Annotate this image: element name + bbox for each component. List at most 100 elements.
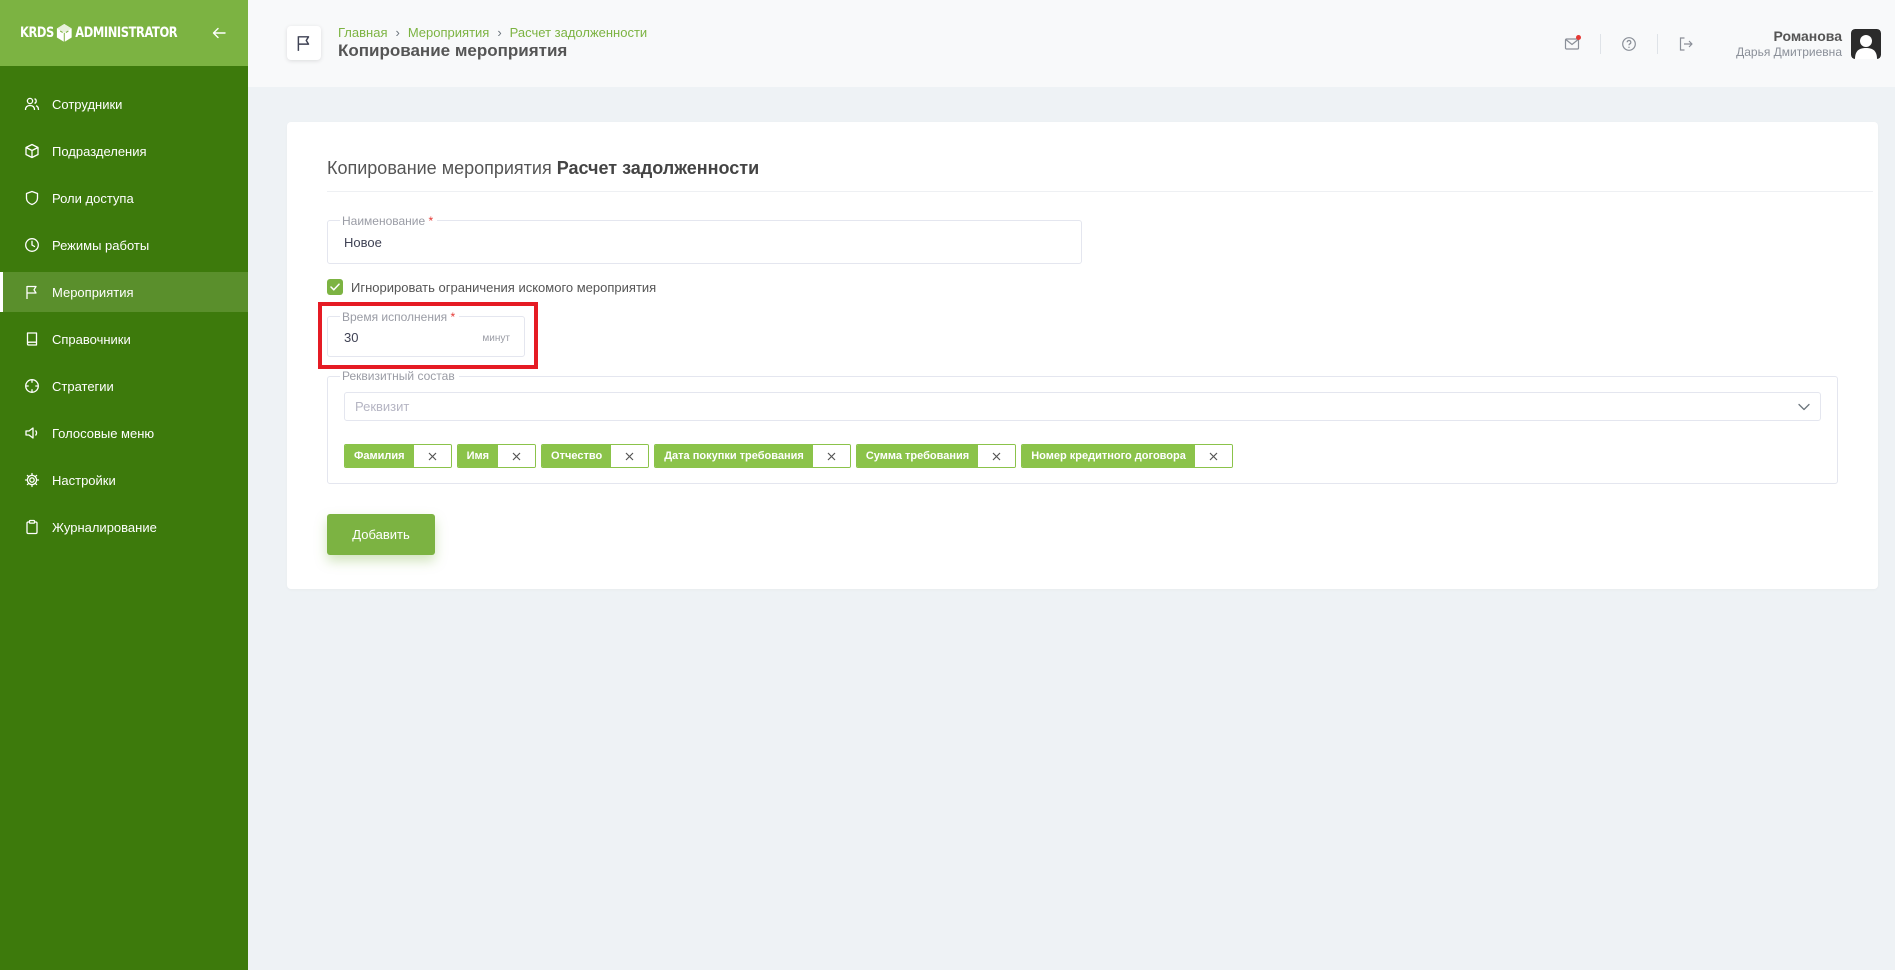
collapse-sidebar-button[interactable] bbox=[212, 23, 226, 43]
requisite-tag: Дата покупки требования bbox=[654, 444, 851, 468]
add-button[interactable]: Добавить bbox=[327, 514, 435, 555]
sidebar-header: KRDS ADMINISTRATOR bbox=[0, 0, 248, 66]
sidebar-item-events[interactable]: Мероприятия bbox=[0, 272, 248, 312]
form-card: Копирование мероприятия Расчет задолженн… bbox=[287, 122, 1878, 589]
breadcrumb-events[interactable]: Мероприятия bbox=[408, 25, 490, 40]
gear-icon bbox=[24, 472, 40, 488]
page-flag-icon bbox=[287, 26, 321, 60]
speaker-icon bbox=[24, 425, 40, 441]
breadcrumb: Главная › Мероприятия › Расчет задолженн… bbox=[338, 25, 647, 40]
breadcrumb-home[interactable]: Главная bbox=[338, 25, 387, 40]
name-field-label: Наименование * bbox=[340, 214, 438, 228]
mail-icon[interactable] bbox=[1562, 34, 1582, 54]
sidebar-item-label: Стратегии bbox=[52, 378, 114, 394]
card-title-prefix: Копирование мероприятия bbox=[327, 158, 552, 178]
book-icon bbox=[24, 331, 40, 347]
ignore-restrictions-label: Игнорировать ограничения искомого меропр… bbox=[351, 279, 657, 295]
tag-label: Имя bbox=[457, 445, 499, 467]
sidebar-item-label: Сотрудники bbox=[52, 96, 123, 112]
sidebar-item-directories[interactable]: Справочники bbox=[0, 319, 248, 359]
users-icon bbox=[24, 96, 40, 112]
requisite-select-placeholder: Реквизит bbox=[355, 399, 410, 414]
avatar[interactable] bbox=[1851, 28, 1881, 59]
close-icon bbox=[512, 452, 521, 460]
sidebar-item-label: Голосовые меню bbox=[52, 425, 155, 441]
divider bbox=[1657, 33, 1659, 54]
close-icon bbox=[428, 452, 437, 460]
close-icon bbox=[992, 452, 1001, 460]
arrow-left-icon bbox=[212, 27, 226, 39]
sidebar-item-employees[interactable]: Сотрудники bbox=[0, 84, 248, 124]
sidebar-item-label: Справочники bbox=[52, 331, 131, 347]
page-title: Копирование мероприятия bbox=[338, 41, 568, 60]
chevron-right-icon: › bbox=[497, 25, 502, 40]
name-field[interactable]: Наименование * Новое bbox=[327, 214, 1082, 264]
logo-text-right: ADMINISTRATOR bbox=[75, 25, 178, 41]
sidebar-item-settings[interactable]: Настройки bbox=[0, 460, 248, 500]
requisite-tag: Имя bbox=[456, 444, 537, 468]
chevron-down-icon bbox=[1798, 403, 1810, 410]
card-title: Копирование мероприятия Расчет задолженн… bbox=[327, 158, 1873, 192]
remove-tag-button[interactable] bbox=[611, 445, 649, 467]
clock-icon bbox=[24, 237, 40, 253]
sidebar-item-label: Журналирование bbox=[52, 519, 157, 535]
tag-label: Фамилия bbox=[345, 445, 414, 467]
tag-label: Отчество bbox=[542, 445, 612, 467]
divider bbox=[1600, 33, 1602, 54]
ignore-restrictions-checkbox[interactable] bbox=[327, 279, 343, 295]
notification-dot bbox=[1576, 34, 1582, 40]
sidebar-item-logging[interactable]: Журналирование bbox=[0, 507, 248, 547]
sidebar-item-departments[interactable]: Подразделения bbox=[0, 131, 248, 171]
tag-label: Номер кредитного договора bbox=[1022, 445, 1195, 467]
sidebar-item-label: Режимы работы bbox=[52, 237, 150, 253]
sidebar-nav: Сотрудники Подразделения Роли доступа Ре… bbox=[0, 84, 248, 547]
breadcrumb-current[interactable]: Расчет задолженности bbox=[510, 25, 648, 40]
top-header: Главная › Мероприятия › Расчет задолженн… bbox=[248, 0, 1895, 87]
app-logo: KRDS ADMINISTRATOR bbox=[20, 23, 178, 43]
close-icon bbox=[827, 452, 836, 460]
sidebar: KRDS ADMINISTRATOR Сотрудники Подразделе… bbox=[0, 0, 248, 970]
chevron-right-icon: › bbox=[395, 25, 400, 40]
sidebar-item-strategies[interactable]: Стратегии bbox=[0, 366, 248, 406]
requisite-tag: Номер кредитного договора bbox=[1021, 444, 1233, 468]
requisite-tag: Сумма требования bbox=[855, 444, 1017, 468]
remove-tag-button[interactable] bbox=[1194, 445, 1232, 467]
cube-icon bbox=[57, 24, 72, 42]
requisite-tag: Фамилия bbox=[344, 444, 452, 468]
sidebar-item-label: Подразделения bbox=[52, 143, 147, 159]
name-input[interactable]: Новое bbox=[344, 235, 382, 250]
shield-icon bbox=[24, 190, 40, 206]
sidebar-item-voice-menus[interactable]: Голосовые меню bbox=[0, 413, 248, 453]
crosshair-icon bbox=[24, 378, 40, 394]
clipboard-icon bbox=[24, 519, 40, 535]
requisite-tag: Отчество bbox=[541, 444, 650, 468]
requisite-select[interactable]: Реквизит bbox=[344, 392, 1821, 421]
sidebar-item-access-roles[interactable]: Роли доступа bbox=[0, 178, 248, 218]
help-icon[interactable] bbox=[1619, 34, 1639, 54]
checkmark-icon bbox=[330, 283, 340, 291]
sidebar-item-label: Настройки bbox=[52, 472, 116, 488]
card-title-event-name: Расчет задолженности bbox=[556, 158, 760, 178]
sidebar-item-label: Роли доступа bbox=[52, 190, 134, 206]
logout-icon[interactable] bbox=[1676, 34, 1696, 54]
remove-tag-button[interactable] bbox=[812, 445, 850, 467]
close-icon bbox=[1209, 452, 1218, 460]
execution-time-unit: минут bbox=[482, 333, 510, 344]
execution-time-field[interactable]: Время исполнения * 30 минут bbox=[327, 310, 525, 357]
ignore-restrictions-row[interactable]: Игнорировать ограничения искомого меропр… bbox=[327, 279, 656, 295]
requisites-label: Реквизитный состав bbox=[340, 369, 459, 383]
execution-time-label: Время исполнения * bbox=[340, 310, 460, 324]
sidebar-item-work-modes[interactable]: Режимы работы bbox=[0, 225, 248, 265]
sidebar-item-label: Мероприятия bbox=[52, 284, 134, 300]
remove-tag-button[interactable] bbox=[413, 445, 451, 467]
remove-tag-button[interactable] bbox=[978, 445, 1016, 467]
flag-icon bbox=[24, 284, 40, 300]
logo-text-left: KRDS bbox=[20, 25, 54, 41]
tag-label: Дата покупки требования bbox=[655, 445, 813, 467]
remove-tag-button[interactable] bbox=[498, 445, 536, 467]
requisite-tags: Фамилия Имя Отчество Дата покупки требов… bbox=[344, 444, 1233, 468]
execution-time-input[interactable]: 30 bbox=[344, 330, 358, 345]
user-info[interactable]: Романова Дарья Дмитриевна bbox=[1736, 28, 1842, 59]
requisites-fieldset: Реквизитный состав Реквизит Фамилия Имя … bbox=[327, 369, 1838, 484]
user-subtitle: Дарья Дмитриевна bbox=[1736, 45, 1842, 59]
